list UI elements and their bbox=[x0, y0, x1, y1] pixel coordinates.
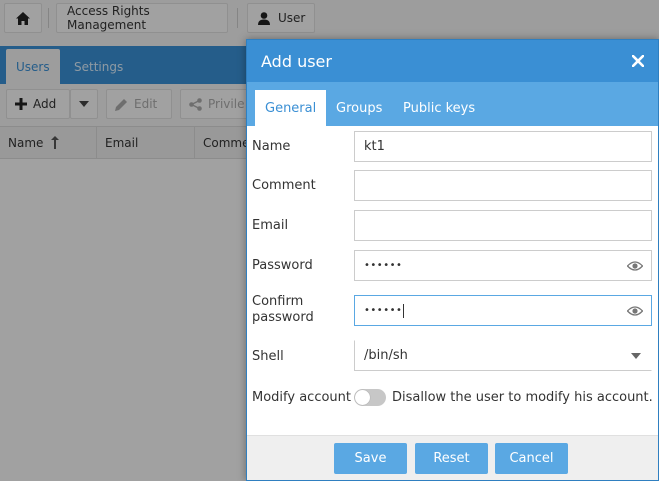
confirm-password-label-line1: Confirm bbox=[252, 294, 304, 309]
close-icon bbox=[632, 55, 644, 67]
confirm-password-label: Confirm password bbox=[252, 294, 314, 326]
chevron-down-icon bbox=[631, 353, 641, 359]
shell-row: Shell /bin/sh bbox=[247, 340, 658, 371]
shell-label: Shell bbox=[252, 349, 284, 364]
password-row: Password •••••• bbox=[247, 250, 658, 281]
text-cursor bbox=[403, 303, 405, 318]
reset-button[interactable]: Reset bbox=[415, 443, 488, 474]
password-value: •••••• bbox=[364, 260, 403, 271]
tab-general[interactable]: General bbox=[255, 90, 327, 126]
comment-label: Comment bbox=[252, 178, 316, 193]
dialog-footer: Save Reset Cancel bbox=[247, 435, 658, 480]
name-row: Name kt1 bbox=[247, 131, 658, 162]
password-input[interactable]: •••••• bbox=[354, 250, 652, 281]
password-label: Password bbox=[252, 258, 313, 273]
shell-select[interactable]: /bin/sh bbox=[354, 340, 652, 371]
dialog-title: Add user bbox=[261, 51, 332, 71]
modify-account-toggle[interactable] bbox=[354, 389, 386, 406]
close-button[interactable] bbox=[628, 51, 648, 71]
toggle-knob bbox=[355, 390, 370, 405]
confirm-password-row: Confirm password •••••• bbox=[247, 294, 658, 326]
dialog-header: Add user bbox=[247, 40, 658, 82]
tab-groups[interactable]: Groups bbox=[326, 90, 392, 126]
modify-account-row: Modify account Disallow the user to modi… bbox=[247, 388, 658, 408]
modify-account-toggle-text: Disallow the user to modify his account. bbox=[392, 390, 653, 405]
comment-input[interactable] bbox=[354, 170, 652, 201]
name-input[interactable]: kt1 bbox=[354, 131, 652, 162]
add-user-dialog: Add user General Groups Public keys Name… bbox=[246, 39, 659, 481]
confirm-password-value: •••••• bbox=[364, 305, 403, 316]
email-row: Email bbox=[247, 210, 658, 241]
tab-public-keys[interactable]: Public keys bbox=[393, 90, 485, 126]
modify-account-label: Modify account bbox=[252, 390, 351, 405]
cancel-button[interactable]: Cancel bbox=[495, 443, 568, 474]
shell-value: /bin/sh bbox=[364, 348, 408, 363]
dialog-tab-bar: General Groups Public keys bbox=[247, 82, 658, 126]
confirm-password-label-line2: password bbox=[252, 310, 314, 325]
name-label: Name bbox=[252, 139, 291, 154]
email-label: Email bbox=[252, 218, 289, 233]
save-button[interactable]: Save bbox=[334, 443, 407, 474]
eye-icon[interactable] bbox=[627, 259, 643, 273]
comment-row: Comment bbox=[247, 170, 658, 201]
email-input[interactable] bbox=[354, 210, 652, 241]
confirm-password-input[interactable]: •••••• bbox=[354, 295, 652, 326]
eye-icon[interactable] bbox=[627, 304, 643, 318]
